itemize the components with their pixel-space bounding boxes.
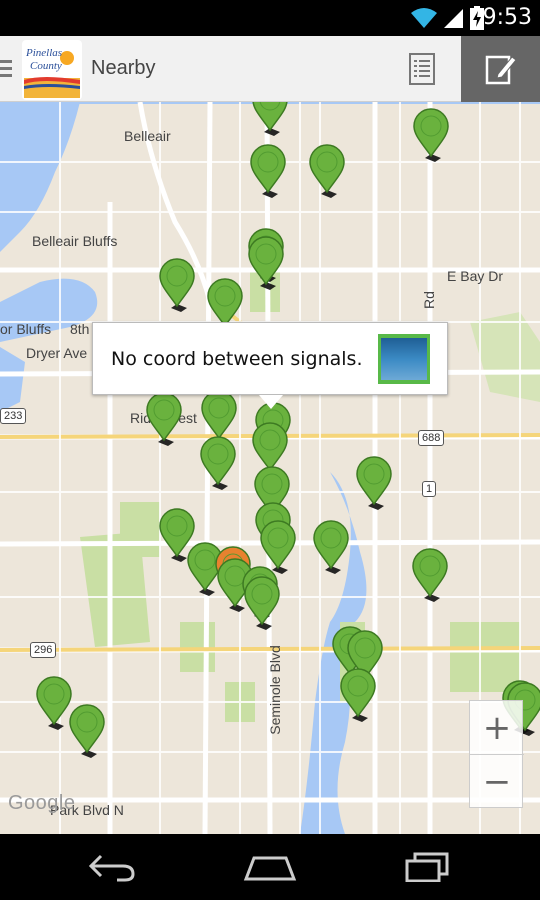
signal-marker-icon[interactable] [246,236,286,290]
list-icon [409,53,435,85]
pinellas-county-logo[interactable]: Pinellas County [22,40,82,100]
wifi-icon [411,8,437,28]
map-label-seminole-blvd: Seminole Blvd [266,645,283,735]
map-label-belleair: Belleair [124,128,171,144]
info-callout[interactable]: No coord between signals. [92,322,448,409]
map-label-e-bay-dr: E Bay Dr [447,268,504,284]
signal-marker-icon[interactable] [411,108,451,162]
list-view-button[interactable] [392,36,452,102]
signal-marker-icon[interactable] [144,392,184,446]
map-label-8th: 8th [70,321,90,337]
signal-marker-icon[interactable] [338,668,378,722]
map-view[interactable]: Belleair Belleair Bluffs or Bluffs 8th D… [0,102,540,834]
drawer-menu-icon[interactable] [0,57,14,79]
action-bar: Pinellas County Nearby [0,36,540,102]
compose-icon [485,55,517,85]
zoom-controls: + − [469,700,524,809]
callout-text: No coord between signals. [111,348,363,370]
signal-marker-icon[interactable] [242,576,282,630]
svg-text:County: County [30,60,62,72]
route-shield-688: 688 [418,430,445,446]
callout-thumbnail[interactable] [378,334,430,384]
map-label-belleair-bluffs: Belleair Bluffs [32,233,118,249]
signal-marker-icon[interactable] [410,548,450,602]
google-attribution: Google [8,792,76,814]
map-label-rd: Rd [420,291,437,309]
signal-marker-icon[interactable] [250,102,290,136]
back-icon [88,854,135,882]
svg-text:Pinellas: Pinellas [25,47,62,59]
signal-marker-icon[interactable] [67,704,107,758]
signal-marker-icon[interactable] [198,436,238,490]
recents-icon [405,852,449,882]
signal-marker-icon[interactable] [307,144,347,198]
zoom-out-button[interactable]: − [470,755,524,809]
route-shield-233: 233 [0,408,27,424]
home-icon [243,856,297,881]
zoom-in-button[interactable]: + [470,701,524,755]
signal-icon [444,9,463,28]
signal-marker-icon[interactable] [248,144,288,198]
signal-marker-icon[interactable] [354,456,394,510]
map-label-or-bluffs: or Bluffs [0,321,52,337]
map-label-dryer-ave: Dryer Ave [26,345,88,361]
system-nav-bar [0,834,540,900]
page-title: Nearby [91,57,156,79]
recents-button[interactable] [398,848,458,886]
clock: 9:53 [482,5,532,30]
signal-marker-icon[interactable] [311,520,351,574]
status-bar: 9:53 [0,0,540,36]
signal-marker-icon[interactable] [157,258,197,312]
back-button[interactable] [82,848,142,886]
report-issue-button[interactable] [461,36,540,102]
callout-pointer [259,395,283,409]
home-button[interactable] [240,848,300,886]
route-shield-1: 1 [422,481,437,497]
route-shield-296: 296 [30,642,57,658]
